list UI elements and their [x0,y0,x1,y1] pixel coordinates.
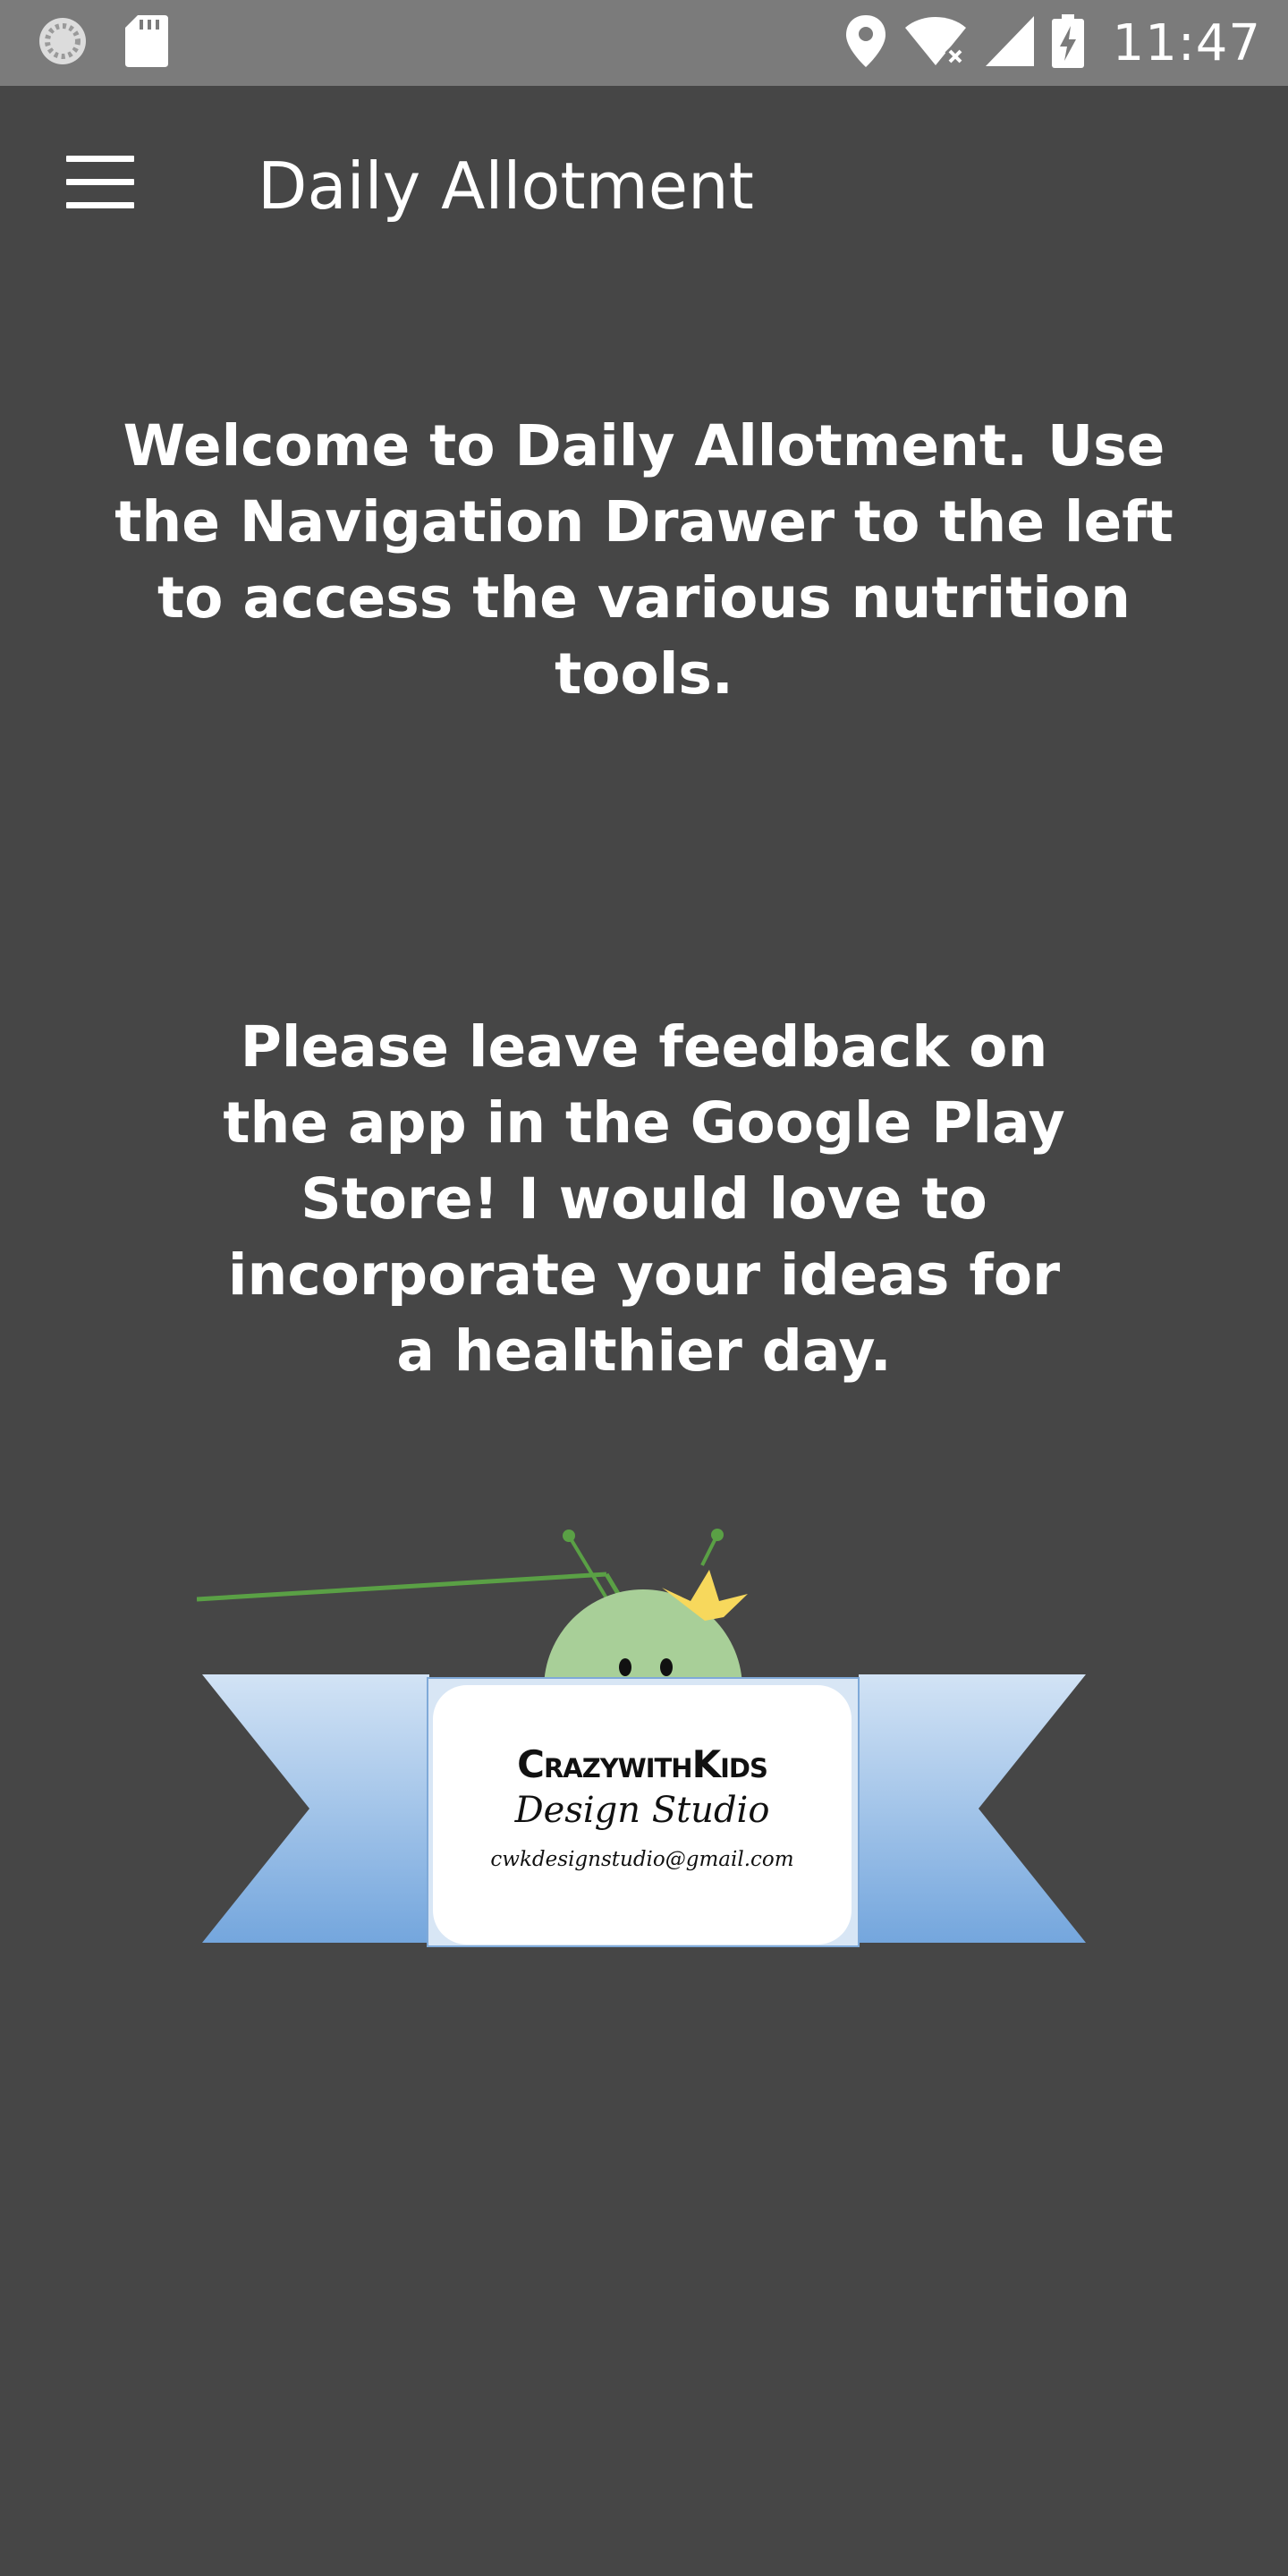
location-icon [845,15,886,71]
welcome-message: Welcome to Daily Allotment. Use the Navi… [114,413,1174,707]
battery-charging-icon [1051,14,1084,72]
status-left-icons [36,0,168,86]
feedback-message: Please leave feedback on the app in the … [223,1014,1065,1384]
sd-card-icon [125,15,168,71]
page-title: Daily Allotment [258,148,754,224]
hamburger-menu-icon[interactable] [50,138,148,227]
signal-icon [985,16,1034,70]
logo-subtitle: Design Studio [514,1790,770,1831]
status-right-icons: 11:47 [845,0,1261,86]
logo-name: CrazywithKids [517,1742,768,1786]
studio-logo: CrazywithKids Design Studio cwkdesignstu… [197,1521,1091,1959]
app-bar: Daily Allotment [0,86,1288,292]
logo-email: cwkdesignstudio@gmail.com [490,1848,794,1871]
logo-card: CrazywithKids Design Studio cwkdesignstu… [433,1685,852,1945]
sync-icon [36,14,89,72]
clock: 11:47 [1112,13,1261,72]
status-bar: 11:47 [0,0,1288,86]
mascot-icon [197,1529,742,1689]
wifi-off-icon [903,15,968,71]
